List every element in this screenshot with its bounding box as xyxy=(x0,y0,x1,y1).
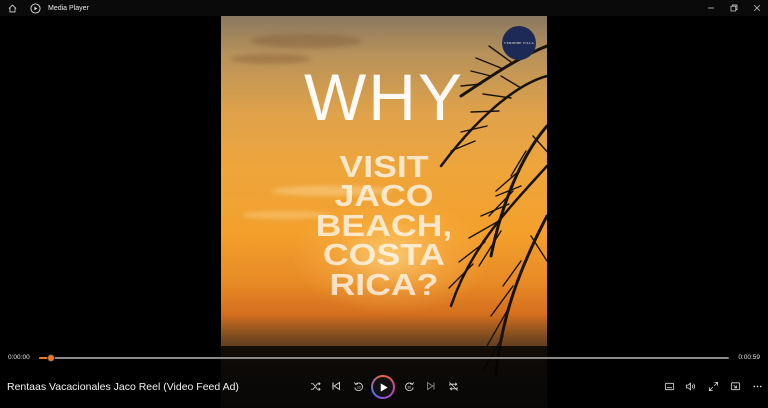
skip-back-button[interactable]: 10 xyxy=(348,376,368,396)
subheadline-line: RICA? xyxy=(329,266,439,302)
total-time: 0:00:59 xyxy=(738,354,760,361)
minimize-button[interactable] xyxy=(699,0,722,16)
repeat-off-button[interactable] xyxy=(443,376,463,396)
previous-button[interactable] xyxy=(326,376,346,396)
shuffle-button[interactable] xyxy=(305,376,325,396)
repeat-off-icon xyxy=(448,381,458,391)
mini-player-button[interactable] xyxy=(725,376,745,396)
current-time: 0:00:00 xyxy=(8,354,30,361)
play-icon xyxy=(380,382,388,392)
subheadline-line: COSTA xyxy=(322,237,446,273)
mini-player-icon xyxy=(730,381,740,390)
next-icon xyxy=(427,381,435,391)
home-icon xyxy=(8,4,16,12)
minimize-icon xyxy=(707,7,714,9)
brand-logo: VERDEHE VILLA xyxy=(502,26,536,60)
skip-forward-button[interactable]: 30 xyxy=(399,376,419,396)
subheadline-line: VISIT xyxy=(339,149,429,184)
video-headline: WHY xyxy=(304,60,464,134)
restore-button[interactable] xyxy=(722,0,745,16)
volume-button[interactable] xyxy=(680,376,700,396)
subheadline-line: BEACH, xyxy=(315,207,453,243)
volume-icon xyxy=(685,381,695,391)
close-button[interactable] xyxy=(745,0,768,16)
previous-icon xyxy=(332,381,340,391)
title-bar: Media Player xyxy=(0,0,768,16)
fullscreen-button[interactable] xyxy=(703,376,723,396)
play-button[interactable] xyxy=(371,375,395,399)
subheadline-line: JACO xyxy=(334,178,434,214)
captions-button[interactable] xyxy=(659,376,679,396)
fullscreen-icon xyxy=(708,381,718,391)
more-options-icon xyxy=(752,385,762,387)
svg-text:10: 10 xyxy=(356,385,360,389)
next-button[interactable] xyxy=(421,376,441,396)
restore-icon xyxy=(730,4,737,12)
skip-back-icon: 10 xyxy=(353,381,363,391)
video-subheadline: VISIT JACO BEACH, COSTA RICA? xyxy=(221,149,547,302)
app-icon xyxy=(28,1,42,15)
seek-thumb[interactable] xyxy=(46,354,55,362)
shuffle-icon xyxy=(310,381,321,391)
captions-icon xyxy=(664,382,674,390)
svg-text:30: 30 xyxy=(407,385,411,389)
seek-bar[interactable] xyxy=(39,354,729,362)
close-icon xyxy=(753,4,760,12)
media-title: Rentaas Vacacionales Jaco Reel (Video Fe… xyxy=(7,381,239,393)
more-options-button[interactable] xyxy=(747,376,767,396)
transport-controls: 0:00:00 0:00:59 Rentaas Vacacionales Jac… xyxy=(0,346,768,408)
skip-forward-icon: 30 xyxy=(404,381,414,391)
window-title: Media Player xyxy=(48,4,89,12)
home-button[interactable] xyxy=(0,0,24,16)
